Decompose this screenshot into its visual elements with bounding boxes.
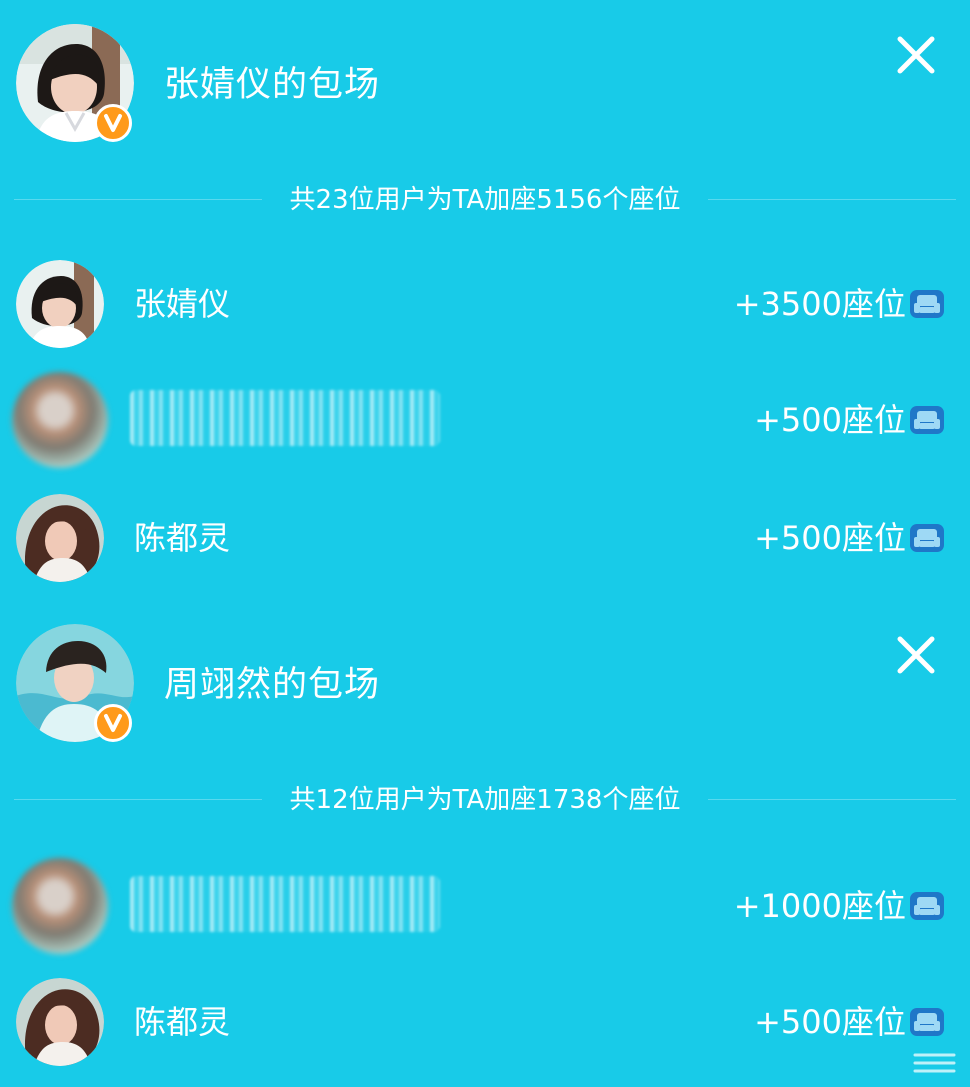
contributor-avatar <box>16 260 104 348</box>
verified-v-icon <box>104 714 122 732</box>
close-icon <box>897 36 935 74</box>
seat-count: +500座位 <box>754 401 906 439</box>
blurred-avatar <box>12 372 108 468</box>
section-title: 张婧仪的包场 <box>164 65 381 105</box>
blurred-avatar <box>12 858 108 954</box>
seat-count: +500座位 <box>754 1003 906 1041</box>
sofa-seat-icon <box>910 406 944 434</box>
summary-row: 共12位用户为TA加座1738个座位 <box>0 780 970 820</box>
seat-icon-wrap <box>908 284 946 322</box>
summary-text: 共23位用户为TA加座5156个座位 <box>289 185 681 215</box>
close-button[interactable] <box>893 632 939 678</box>
contributor-row: +1000座位 <box>0 858 970 954</box>
blurred-name <box>130 876 440 932</box>
seat-icon-wrap <box>908 1002 946 1040</box>
blurred-name <box>130 390 440 446</box>
section-zhang-jingyi: 张婧仪的包场 共23位用户为TA加座5156个座位 张婧仪 +3500座位 +5… <box>0 0 970 590</box>
summary-text: 共12位用户为TA加座1738个座位 <box>289 785 681 815</box>
watermark-icon <box>912 1050 958 1076</box>
section-title: 周翊然的包场 <box>164 665 381 705</box>
sofa-seat-icon <box>910 1008 944 1036</box>
seat-icon-wrap <box>908 400 946 438</box>
sofa-seat-icon <box>910 524 944 552</box>
close-button[interactable] <box>893 32 939 78</box>
section-zhou-yiran: 周翊然的包场 共12位用户为TA加座1738个座位 +1000座位 陈都灵 +5… <box>0 600 970 1087</box>
contributor-row: 张婧仪 +3500座位 <box>0 256 970 352</box>
seat-count: +500座位 <box>754 519 906 557</box>
section-header: 张婧仪的包场 <box>0 0 970 150</box>
sofa-seat-icon <box>910 892 944 920</box>
seat-icon-wrap <box>908 518 946 556</box>
contributor-name: 陈都灵 <box>134 519 231 557</box>
contributor-avatar <box>16 494 104 582</box>
contributor-row: 陈都灵 +500座位 <box>0 974 970 1070</box>
seat-count: +3500座位 <box>733 285 906 323</box>
sofa-seat-icon <box>910 290 944 318</box>
contributor-name: 张婧仪 <box>134 285 231 323</box>
verified-badge <box>94 104 132 142</box>
summary-row: 共23位用户为TA加座5156个座位 <box>0 180 970 220</box>
section-header: 周翊然的包场 <box>0 600 970 750</box>
contributor-name: 陈都灵 <box>134 1003 231 1041</box>
close-icon <box>897 636 935 674</box>
seat-count: +1000座位 <box>733 887 906 925</box>
verified-v-icon <box>104 114 122 132</box>
contributor-row: 陈都灵 +500座位 <box>0 490 970 586</box>
seat-icon-wrap <box>908 886 946 924</box>
contributor-row: +500座位 <box>0 372 970 468</box>
verified-badge <box>94 704 132 742</box>
contributor-avatar <box>16 978 104 1066</box>
